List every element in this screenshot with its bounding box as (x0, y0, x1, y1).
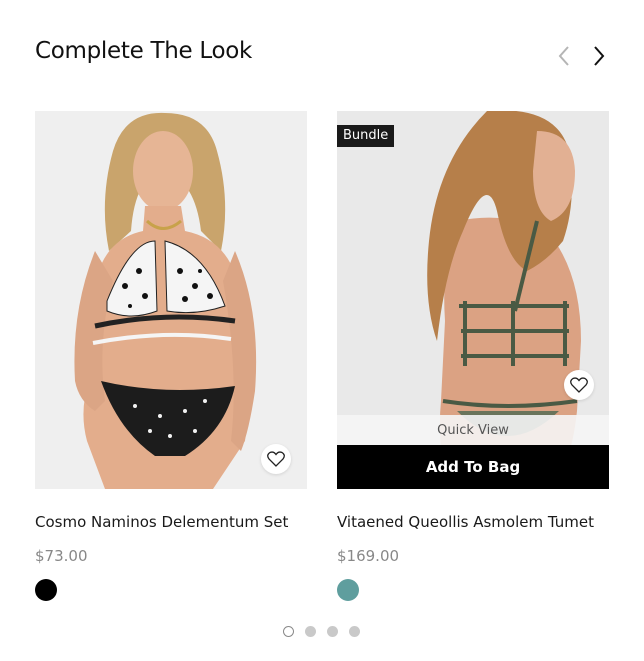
wishlist-button[interactable] (261, 444, 291, 474)
wishlist-button[interactable] (564, 370, 594, 400)
product-price: $169.00 (337, 547, 400, 565)
product-image[interactable]: Bundle Quick View Add To Bag (337, 111, 609, 489)
color-swatch-teal[interactable] (337, 579, 359, 601)
product-price: $73.00 (35, 547, 88, 565)
bundle-badge: Bundle (337, 125, 395, 147)
product-card[interactable]: Bundle Quick View Add To Bag Vitaened Qu… (337, 111, 609, 601)
quick-view-button[interactable]: Quick View (337, 415, 609, 445)
pagination-dot[interactable] (305, 626, 316, 637)
product-name[interactable]: Cosmo Naminos Delementum Set (35, 513, 307, 531)
chevron-right-icon (594, 46, 605, 66)
pagination-dot[interactable] (283, 626, 294, 637)
color-swatch-black[interactable] (35, 579, 57, 601)
carousel-prev-button[interactable] (553, 44, 575, 68)
product-name[interactable]: Vitaened Queollis Asmolem Tumet (337, 513, 609, 531)
section-title: Complete The Look (35, 38, 253, 64)
add-to-bag-button[interactable]: Add To Bag (337, 445, 609, 489)
heart-icon (570, 377, 588, 393)
heart-icon (267, 451, 285, 467)
chevron-left-icon (558, 46, 569, 66)
pagination-dot[interactable] (327, 626, 338, 637)
carousel-next-button[interactable] (588, 44, 610, 68)
carousel-pagination (283, 626, 360, 637)
product-image[interactable] (35, 111, 307, 489)
product-photo (35, 111, 307, 489)
product-card[interactable]: Cosmo Naminos Delementum Set $73.00 (35, 111, 307, 601)
pagination-dot[interactable] (349, 626, 360, 637)
